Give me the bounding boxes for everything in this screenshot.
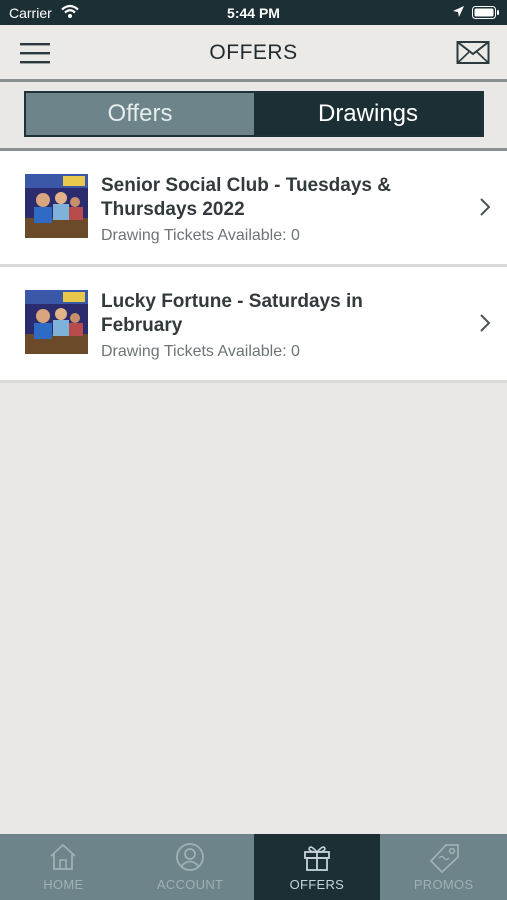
page-title: OFFERS <box>209 41 298 64</box>
tab-home[interactable]: HOME <box>0 834 127 900</box>
home-icon <box>50 843 76 870</box>
offer-subtitle: Drawing Tickets Available: 0 <box>101 343 300 360</box>
offer-list: Senior Social Club - Tuesdays & Thursday… <box>0 151 507 383</box>
tab-offers[interactable]: OFFERS <box>253 834 381 900</box>
offer-subtitle: Drawing Tickets Available: 0 <box>101 227 300 244</box>
app-header: OFFERS <box>0 25 507 82</box>
status-bar: Carrier 5:44 PM <box>0 0 507 25</box>
tab-label: HOME <box>43 877 84 892</box>
tab-account[interactable]: ACCOUNT <box>127 834 254 900</box>
segment-drawings[interactable]: Drawings <box>254 93 482 135</box>
list-item[interactable]: Lucky Fortune - Saturdays in February Dr… <box>0 267 507 383</box>
battery-icon <box>472 6 499 19</box>
gift-icon <box>303 846 330 871</box>
tag-icon <box>429 844 459 874</box>
mail-icon[interactable] <box>456 39 490 67</box>
tab-label: PROMOS <box>413 877 474 892</box>
segment-bar: Offers Drawings <box>0 82 507 151</box>
segmented-control: Offers Drawings <box>24 91 484 137</box>
offer-thumbnail <box>25 174 88 238</box>
tab-label: ACCOUNT <box>156 877 224 892</box>
tab-label: OFFERS <box>289 877 345 892</box>
chevron-right-icon <box>480 198 491 216</box>
location-arrow-icon <box>453 6 464 17</box>
segment-offers[interactable]: Offers <box>26 93 254 135</box>
tab-promos[interactable]: PROMOS <box>380 834 507 900</box>
list-item[interactable]: Senior Social Club - Tuesdays & Thursday… <box>0 151 507 267</box>
tab-bar: HOME ACCOUNT OFFERS PROMOS <box>0 834 507 900</box>
offer-title: Lucky Fortune - Saturdays in February <box>101 291 363 336</box>
offer-title: Senior Social Club - Tuesdays & Thursday… <box>101 175 391 220</box>
menu-icon[interactable] <box>20 41 50 65</box>
chevron-right-icon <box>480 314 491 332</box>
account-icon <box>176 843 205 871</box>
offer-thumbnail <box>25 290 88 354</box>
clock: 5:44 PM <box>227 5 280 21</box>
